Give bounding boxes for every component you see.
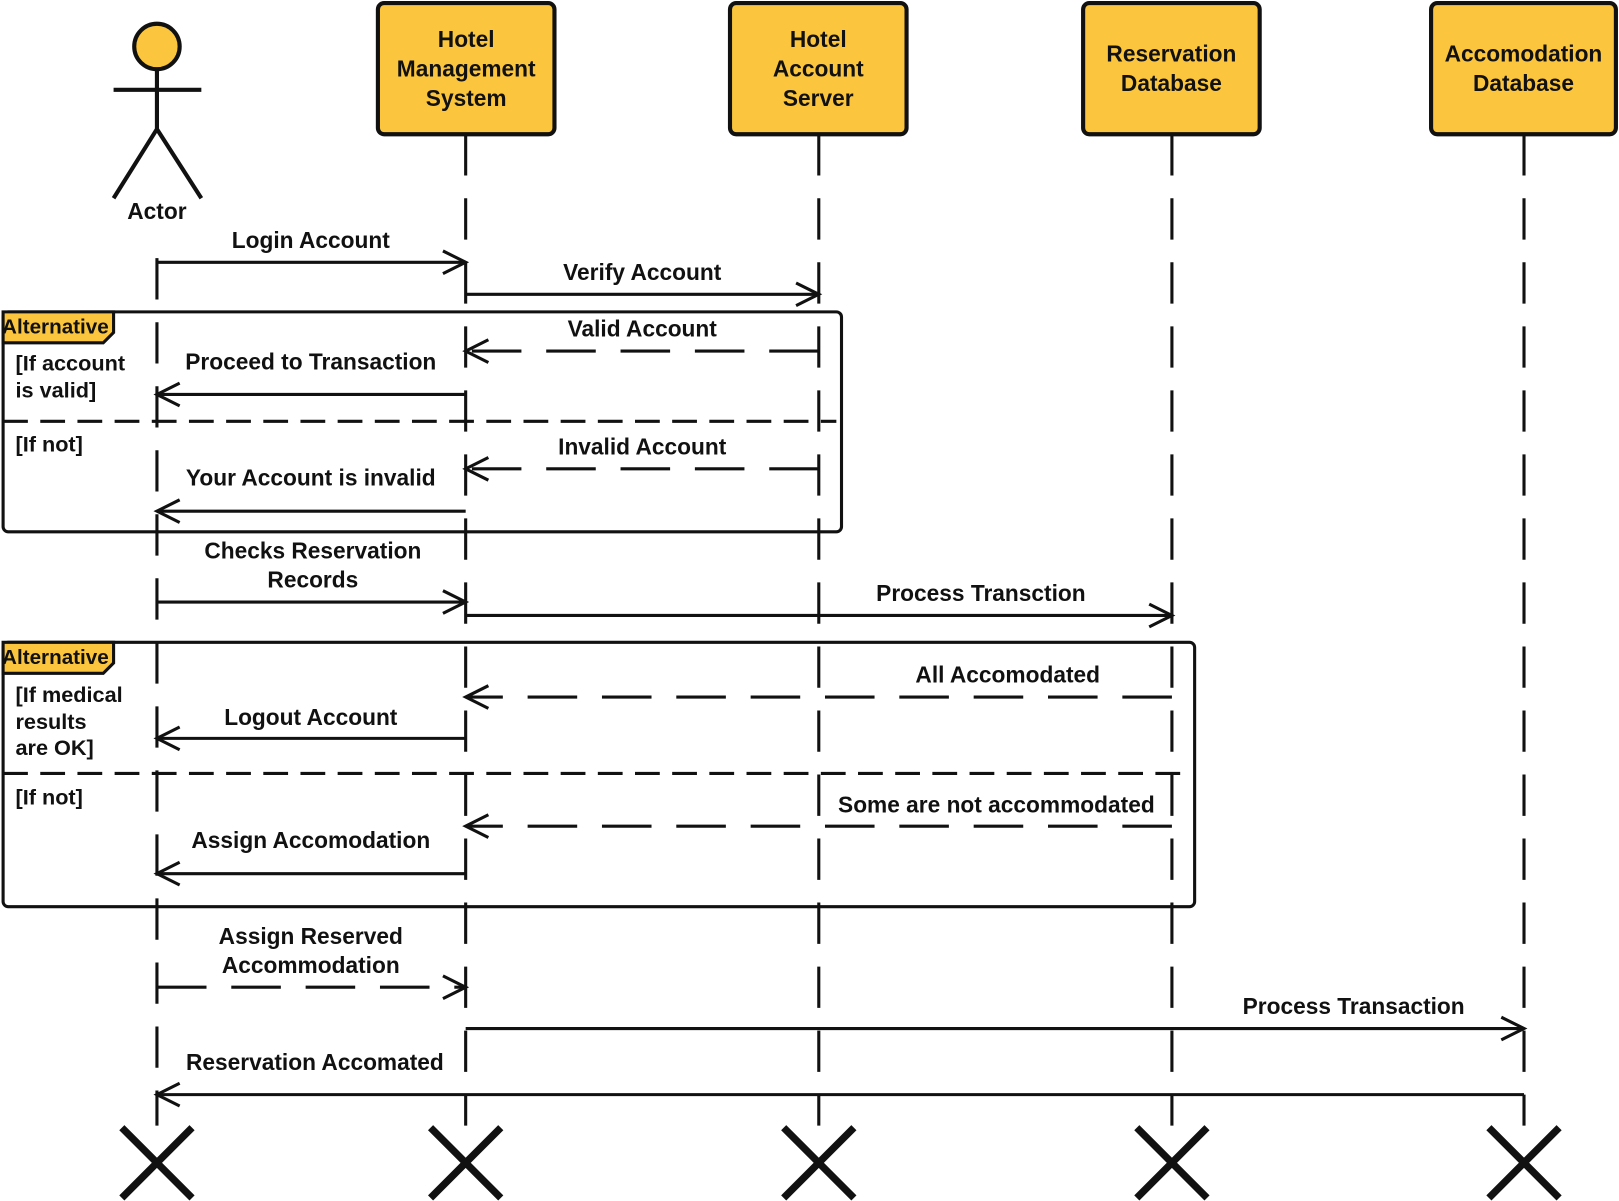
message-arrow: Logout Account [153, 704, 466, 752]
message-label: Logout Account [224, 704, 398, 730]
message-arrow: Verify Account [465, 259, 823, 308]
participant-name: Accomodation [1445, 41, 1603, 67]
destroy-x-icon [428, 1125, 504, 1201]
participant-name: Hotel [438, 26, 495, 52]
message-label: Assign Reserved [219, 923, 403, 949]
sequence-diagram: Alternative[If accountis valid][If not]A… [1, 1, 1618, 1201]
message-arrow: Assign Accomodation [153, 827, 466, 887]
message-label: Process Transaction [1243, 993, 1465, 1019]
destroy-x-icon [781, 1125, 857, 1201]
message-label: Checks Reservation [204, 538, 421, 564]
message-label: Accommodation [222, 952, 400, 978]
message-label: Verify Account [563, 259, 722, 285]
message-label: Assign Accomodation [191, 827, 430, 853]
participant-name: Account [773, 55, 864, 81]
participant-box [1429, 1, 1618, 137]
message-label: Valid Account [568, 316, 718, 342]
message-arrow: Checks Reservation Records [156, 538, 470, 615]
participant-name: Management [397, 55, 536, 81]
message-arrow: Process Transaction [465, 993, 1528, 1042]
participant-name: Hotel [790, 26, 847, 52]
participant-name: Database [1473, 70, 1574, 96]
message-label: Process Transction [876, 580, 1085, 606]
destroy-x-icon [1134, 1125, 1210, 1201]
alt-fragment: Alternative [If accountis valid] [If not] [1, 310, 844, 534]
actor-head-icon [132, 21, 182, 72]
participant-ad: Accomodation Database [1429, 1, 1618, 137]
message-label: Login Account [232, 227, 390, 253]
participant-name: System [426, 85, 507, 111]
message-arrow: Login Account [156, 227, 470, 276]
message-arrow: Reservation Accomated [153, 1049, 1525, 1108]
message-label: Invalid Account [558, 433, 727, 459]
destroy-x-icon [1486, 1125, 1562, 1201]
participant-name: Reservation [1106, 41, 1236, 67]
guard-condition: [If medical [15, 682, 122, 707]
message-label: Some are not accommodated [838, 792, 1155, 818]
message-label: Reservation Accomated [186, 1049, 444, 1075]
guard-condition: are OK] [15, 735, 93, 760]
message-label: All Accomodated [915, 662, 1100, 688]
participant-has: Hotel Account Server [727, 1, 909, 137]
destroy-x-icon [119, 1125, 195, 1201]
message-arrow: Invalid Account [462, 433, 819, 482]
participant-hms: Hotel Management System [375, 1, 557, 137]
message-arrow: Valid Account [462, 316, 819, 364]
message-arrow: Proceed to Transaction [153, 349, 466, 408]
message-arrow: Your Account is invalid [153, 464, 466, 524]
actor: Actor [111, 21, 204, 224]
guard-condition: [If not] [15, 784, 82, 809]
participant-name: Server [783, 85, 854, 111]
participant-box [1081, 1, 1262, 137]
actor-body-icon [111, 69, 204, 200]
guard-condition: [If account [15, 351, 125, 376]
message-label: Records [267, 567, 358, 593]
message-label: Proceed to Transaction [185, 349, 436, 375]
fragment-label: Alternative [2, 646, 109, 669]
message-label: Your Account is invalid [186, 464, 436, 490]
guard-condition: is valid] [15, 378, 96, 403]
participant-rd: Reservation Database [1081, 1, 1262, 137]
guard-condition: results [15, 709, 86, 734]
guard-condition: [If not] [15, 431, 82, 456]
fragment-label: Alternative [2, 316, 109, 339]
message-arrow: Assign Reserved Accommodation [156, 923, 470, 1000]
participant-name: Database [1121, 70, 1222, 96]
actor-label: Actor [127, 198, 186, 224]
